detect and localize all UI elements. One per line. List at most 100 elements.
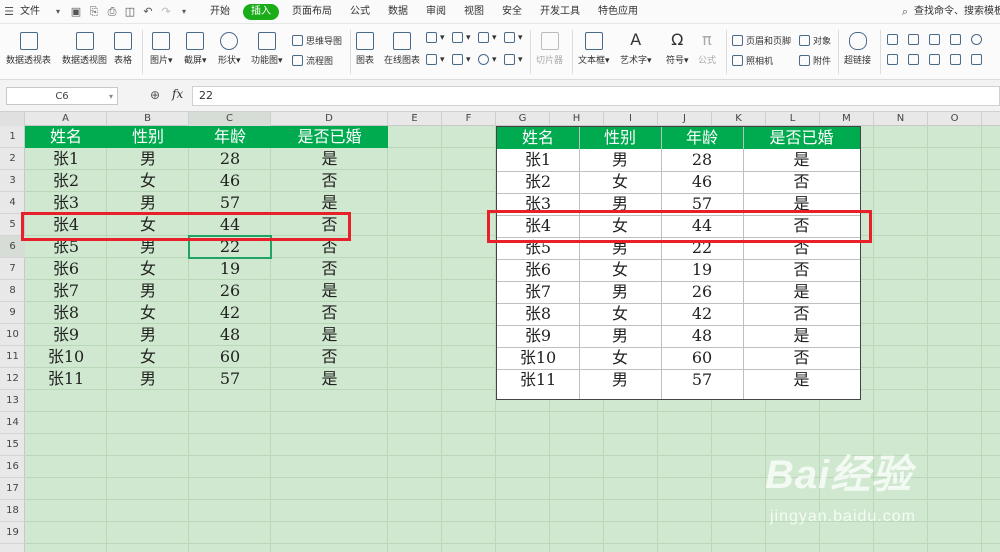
table-button[interactable]: 表格 [114,32,132,66]
table-cell[interactable]: 张7 [497,281,579,303]
header-footer-button[interactable]: 页眉和页脚 [732,34,791,47]
zoom-icon[interactable]: ⊕ [150,88,160,102]
column-chart-dropdown[interactable]: ▾ [426,32,445,43]
table-cell[interactable]: 张9 [497,325,579,347]
radar-chart-dropdown[interactable]: ▾ [504,32,523,43]
table-cell[interactable]: 女 [107,170,189,192]
table-cell[interactable]: 57 [189,192,271,214]
row-header[interactable]: 18 [0,500,25,522]
flowchart-button[interactable]: 流程图 [292,54,333,67]
table-cell[interactable]: 否 [271,258,388,280]
fx-icon[interactable]: fx [172,87,183,101]
table-cell[interactable]: 是 [743,149,860,171]
hamburger-icon[interactable]: ☰ [0,5,18,18]
table-cell[interactable]: 48 [189,324,271,346]
table-cell[interactable]: 42 [661,303,743,325]
table-cell[interactable]: 48 [661,325,743,347]
pivot-table-button[interactable]: 数据透视表 [6,32,51,66]
header-cell-gender[interactable]: 性别 [579,127,661,149]
table-cell[interactable]: 男 [107,192,189,214]
table-cell[interactable]: 是 [271,148,388,170]
tab-formula[interactable]: 公式 [341,0,379,24]
form-editbox-control[interactable] [971,54,985,65]
screenshot-button[interactable]: 截屏▾ [184,32,207,66]
row-header[interactable]: 11 [0,346,25,368]
form-spinner-control[interactable] [929,54,943,65]
table-cell[interactable]: 男 [107,368,189,390]
table-cell[interactable]: 否 [271,346,388,368]
column-header[interactable]: I [604,112,658,126]
customize-toolbar-icon[interactable]: ▾ [175,7,193,16]
header-cell-age[interactable]: 年龄 [189,126,271,148]
column-header[interactable]: M [820,112,874,126]
table-cell[interactable]: 张9 [25,324,107,346]
table-cell[interactable]: 张2 [25,170,107,192]
column-header[interactable]: H [550,112,604,126]
table-cell[interactable]: 否 [743,347,860,369]
table-cell[interactable]: 57 [189,368,271,390]
table-cell[interactable]: 是 [271,192,388,214]
table-cell[interactable]: 张3 [25,192,107,214]
print-preview-icon[interactable]: ◫ [121,5,139,18]
table-cell[interactable]: 女 [107,346,189,368]
column-header[interactable]: C [189,112,271,126]
tab-start[interactable]: 开始 [201,0,239,24]
attachment-button[interactable]: 附件 [799,54,831,67]
line-chart-dropdown[interactable]: ▾ [478,32,497,43]
save-icon[interactable]: ▣ [67,5,85,18]
tab-insert[interactable]: 插入 [243,3,279,20]
column-header[interactable]: K [712,112,766,126]
table-cell[interactable]: 否 [743,171,860,193]
undo-icon[interactable]: ↶ [139,5,157,18]
header-cell-married[interactable]: 是否已婚 [271,126,388,148]
table-cell[interactable]: 男 [579,149,661,171]
mind-map-button[interactable]: 思维导图 [292,34,342,47]
row-header[interactable]: 15 [0,434,25,456]
table-cell[interactable]: 42 [189,302,271,324]
header-cell-name[interactable]: 姓名 [25,126,107,148]
column-header[interactable]: N [874,112,928,126]
form-button-control[interactable] [929,34,943,45]
row-header[interactable]: 13 [0,390,25,412]
form-checkbox-control[interactable] [950,34,964,45]
column-header[interactable]: J [658,112,712,126]
camera-button[interactable]: 照相机 [732,54,773,67]
scatter-chart-dropdown[interactable]: ▾ [504,54,523,65]
form-groupbox-control[interactable] [908,34,922,45]
textbox-button[interactable]: 文本框▾ [578,32,610,66]
table-cell[interactable]: 张11 [497,369,579,391]
column-header[interactable]: O [928,112,982,126]
table-cell[interactable]: 是 [271,324,388,346]
header-cell-married[interactable]: 是否已婚 [743,127,860,149]
table-cell[interactable]: 男 [107,148,189,170]
hyperlink-button[interactable]: 超链接 [844,32,871,66]
table-cell[interactable]: 张11 [25,368,107,390]
chevron-down-icon[interactable]: ▾ [49,7,67,16]
picture-button[interactable]: 图片▾ [150,32,173,66]
table-cell[interactable]: 男 [107,324,189,346]
form-textbox-control[interactable] [887,34,901,45]
name-box[interactable]: C6 ▾ [6,87,118,105]
table-cell[interactable]: 否 [271,170,388,192]
tab-view[interactable]: 视图 [455,0,493,24]
table-cell[interactable]: 张1 [497,149,579,171]
table-cell[interactable]: 26 [661,281,743,303]
column-header[interactable]: F [442,112,496,126]
table-cell[interactable]: 女 [579,171,661,193]
symbol-button[interactable]: Ω 符号▾ [666,32,689,67]
row-header[interactable]: 2 [0,148,25,170]
table-cell[interactable]: 张8 [497,303,579,325]
table-cell[interactable]: 张1 [25,148,107,170]
table-cell[interactable]: 28 [661,149,743,171]
online-chart-button[interactable]: 在线图表 [384,32,420,66]
form-radio-control[interactable] [971,34,985,45]
table-cell[interactable]: 女 [579,303,661,325]
slicer-button[interactable]: 切片器 [536,32,563,66]
row-header[interactable]: 12 [0,368,25,390]
column-header[interactable]: E [388,112,442,126]
table-cell[interactable]: 否 [743,259,860,281]
header-cell-name[interactable]: 姓名 [497,127,579,149]
column-header[interactable]: A [25,112,107,126]
select-all-corner[interactable] [0,112,25,126]
table-cell[interactable]: 26 [189,280,271,302]
